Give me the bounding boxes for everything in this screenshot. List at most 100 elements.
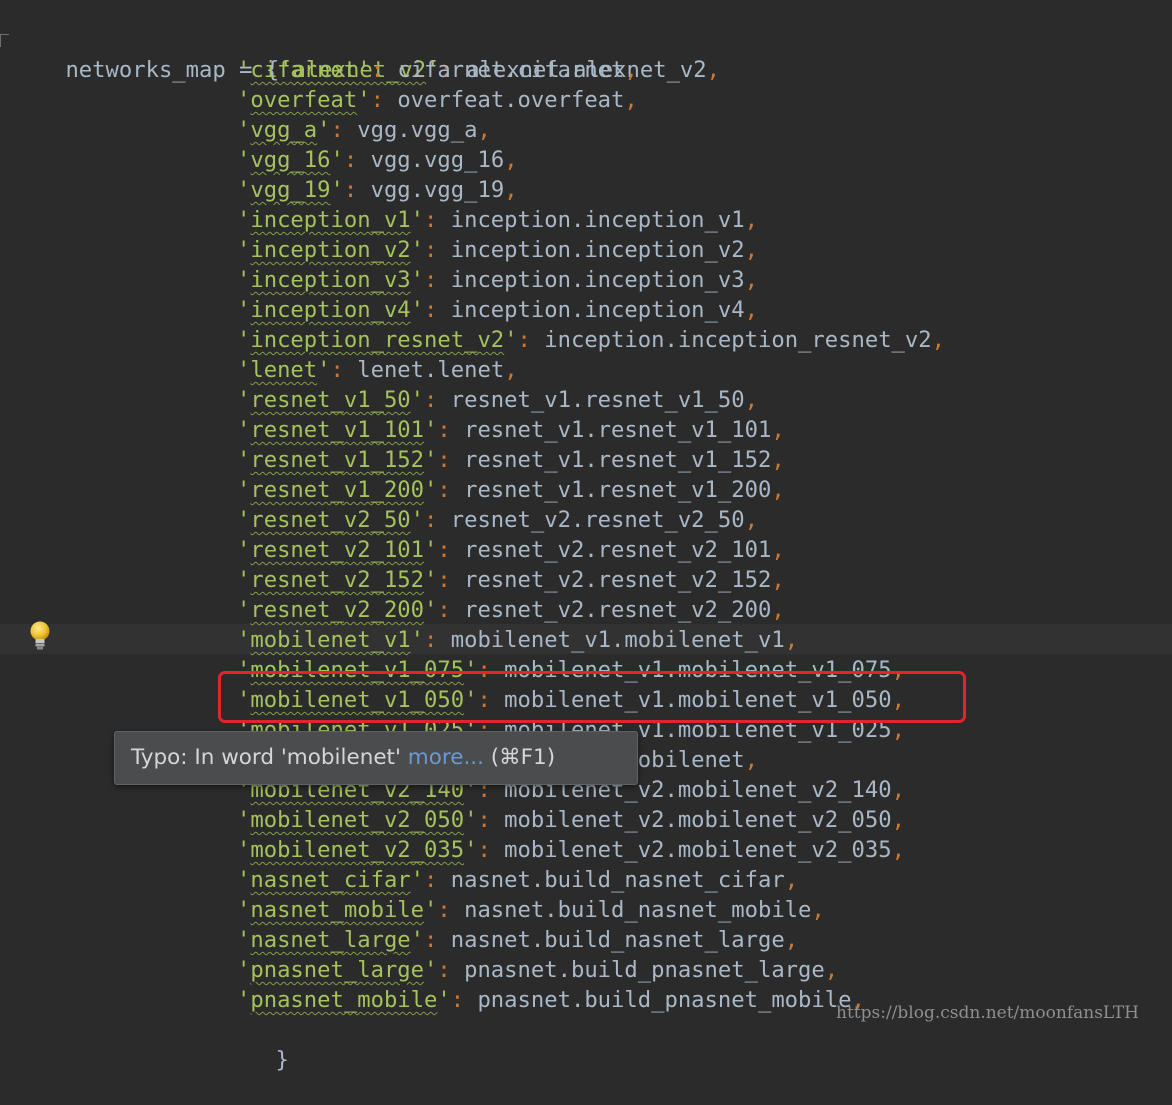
module-reference: resnet_v2.resnet_v2_101 bbox=[464, 537, 772, 563]
string-key: 'overfeat' bbox=[237, 87, 371, 113]
code-line[interactable]: 'resnet_v1_200': resnet_v1.resnet_v1_200… bbox=[237, 475, 785, 505]
string-key: 'vgg_19' bbox=[237, 177, 344, 203]
code-line[interactable]: 'nasnet_large': nasnet.build_nasnet_larg… bbox=[237, 925, 798, 955]
module-reference: vgg.vgg_16 bbox=[370, 147, 505, 173]
string-key: 'nasnet_cifar' bbox=[237, 867, 425, 893]
code-line[interactable]: 'mobilenet_v1_075': mobilenet_v1.mobilen… bbox=[237, 655, 905, 685]
comma: , bbox=[891, 687, 905, 713]
comma: , bbox=[744, 747, 758, 773]
code-line[interactable]: 'resnet_v1_152': resnet_v1.resnet_v1_152… bbox=[237, 445, 785, 475]
code-line[interactable]: networks_map = {'alexnet_v2': alexnet.al… bbox=[12, 25, 720, 83]
comma: , bbox=[811, 897, 825, 923]
colon: : bbox=[424, 237, 438, 263]
colon: : bbox=[370, 87, 384, 113]
code-line[interactable]: 'mobilenet_v1_050': mobilenet_v1.mobilen… bbox=[237, 685, 905, 715]
module-reference: lenet.lenet bbox=[357, 357, 505, 383]
string-key: 'mobilenet_v2_050' bbox=[237, 807, 478, 833]
comma: , bbox=[744, 387, 758, 413]
code-line[interactable]: 'resnet_v2_200': resnet_v2.resnet_v2_200… bbox=[237, 595, 785, 625]
module-reference: resnet_v1.resnet_v1_101 bbox=[464, 417, 772, 443]
code-line[interactable]: 'pnasnet_large': pnasnet.build_pnasnet_l… bbox=[237, 955, 838, 985]
module-reference: inception.inception_v2 bbox=[450, 237, 745, 263]
code-line[interactable]: 'mobilenet_v1': mobilenet_v1.mobilenet_v… bbox=[237, 625, 798, 655]
comma: , bbox=[706, 57, 721, 83]
code-line[interactable]: 'resnet_v1_50': resnet_v1.resnet_v1_50, bbox=[237, 385, 758, 415]
string-key: 'nasnet_large' bbox=[237, 927, 425, 953]
string-key: 'inception_v3' bbox=[237, 267, 425, 293]
code-line[interactable]: 'pnasnet_mobile': pnasnet.build_pnasnet_… bbox=[237, 985, 865, 1015]
module-reference: mobilenet_v1.mobilenet_v1_050 bbox=[504, 687, 892, 713]
code-editor[interactable]: networks_map = {'alexnet_v2': alexnet.al… bbox=[0, 0, 1172, 1073]
closing-brace-line[interactable]: } bbox=[222, 1015, 288, 1073]
code-line[interactable]: 'inception_v4': inception.inception_v4, bbox=[237, 295, 758, 325]
colon: : bbox=[477, 657, 491, 683]
colon: : bbox=[437, 447, 451, 473]
module-reference: pnasnet.build_pnasnet_large bbox=[464, 957, 825, 983]
code-line[interactable]: 'resnet_v2_50': resnet_v2.resnet_v2_50, bbox=[237, 505, 758, 535]
code-line[interactable]: 'resnet_v1_101': resnet_v1.resnet_v1_101… bbox=[237, 415, 785, 445]
module-reference: vgg.vgg_19 bbox=[370, 177, 505, 203]
code-line[interactable]: 'mobilenet_v2_050': mobilenet_v2.mobilen… bbox=[237, 805, 905, 835]
comma: , bbox=[784, 927, 799, 953]
code-line[interactable]: 'overfeat': overfeat.overfeat, bbox=[237, 85, 638, 115]
string-key: 'pnasnet_large' bbox=[237, 957, 438, 983]
comma: , bbox=[771, 597, 785, 623]
colon: : bbox=[424, 627, 438, 653]
watermark: https://blog.csdn.net/moonfansLTH bbox=[836, 1003, 1139, 1023]
string-key: 'lenet' bbox=[237, 357, 331, 383]
comma: , bbox=[744, 267, 758, 293]
comma: , bbox=[504, 357, 518, 383]
tooltip-shortcut: (⌘F1) bbox=[490, 745, 556, 770]
string-key: 'mobilenet_v1_050' bbox=[237, 687, 478, 713]
code-line[interactable]: 'resnet_v2_101': resnet_v2.resnet_v2_101… bbox=[237, 535, 785, 565]
string-key: 'resnet_v1_152' bbox=[237, 447, 438, 473]
string-key: 'pnasnet_mobile' bbox=[237, 987, 451, 1013]
code-line[interactable]: 'nasnet_cifar': nasnet.build_nasnet_cifa… bbox=[237, 865, 798, 895]
string-key: 'mobilenet_v1' bbox=[237, 627, 425, 653]
code-line[interactable]: 'inception_resnet_v2': inception.incepti… bbox=[237, 325, 945, 355]
lightbulb-icon[interactable] bbox=[28, 620, 52, 652]
code-line[interactable]: 'inception_v2': inception.inception_v2, bbox=[237, 235, 758, 265]
colon: : bbox=[424, 387, 438, 413]
comma: , bbox=[624, 57, 638, 83]
code-line[interactable]: 'inception_v3': inception.inception_v3, bbox=[237, 265, 758, 295]
code-line[interactable]: 'inception_v1': inception.inception_v1, bbox=[237, 205, 758, 235]
module-reference: resnet_v1.resnet_v1_152 bbox=[464, 447, 772, 473]
colon: : bbox=[343, 147, 358, 173]
colon: : bbox=[437, 567, 451, 593]
code-line[interactable]: 'nasnet_mobile': nasnet.build_nasnet_mob… bbox=[237, 895, 825, 925]
comma: , bbox=[891, 717, 905, 743]
module-reference: mobilenet_v1.mobilenet_v1_075 bbox=[504, 657, 892, 683]
colon: : bbox=[437, 477, 451, 503]
tooltip-more-link[interactable]: more... bbox=[408, 745, 484, 770]
code-line[interactable]: 'vgg_a': vgg.vgg_a, bbox=[237, 115, 491, 145]
module-reference: inception.inception_v3 bbox=[450, 267, 745, 293]
code-line[interactable]: 'resnet_v2_152': resnet_v2.resnet_v2_152… bbox=[237, 565, 785, 595]
code-line[interactable]: 'lenet': lenet.lenet, bbox=[237, 355, 518, 385]
fold-marker-icon[interactable] bbox=[0, 34, 9, 47]
code-line[interactable]: 'mobilenet_v2_035': mobilenet_v2.mobilen… bbox=[237, 835, 905, 865]
module-reference: resnet_v2.resnet_v2_152 bbox=[464, 567, 772, 593]
module-reference: inception.inception_resnet_v2 bbox=[544, 327, 932, 353]
code-line[interactable]: 'cifarnet': cifarnet.cifarnet, bbox=[237, 55, 638, 85]
code-line[interactable]: 'vgg_19': vgg.vgg_19, bbox=[237, 175, 518, 205]
comma: , bbox=[891, 807, 905, 833]
comma: , bbox=[891, 777, 905, 803]
code-line[interactable]: 'vgg_16': vgg.vgg_16, bbox=[237, 145, 518, 175]
module-reference: mobilenet_v2.mobilenet_v2_035 bbox=[504, 837, 892, 863]
comma: , bbox=[504, 177, 518, 203]
module-reference: nasnet.build_nasnet_mobile bbox=[464, 897, 812, 923]
colon: : bbox=[370, 57, 384, 83]
